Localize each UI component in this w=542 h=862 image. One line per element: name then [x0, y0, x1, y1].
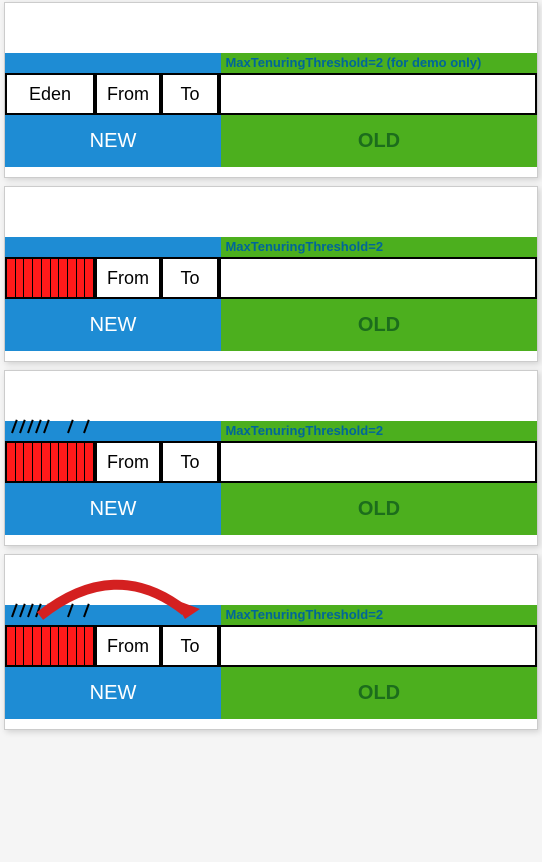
- gc-panel-2: MaxTenuringThreshold=2 From To NEW OLD: [4, 370, 538, 546]
- object-bar: [24, 443, 33, 481]
- object-bar: [33, 259, 42, 297]
- object-bar: [85, 443, 93, 481]
- gc-panel-1: MaxTenuringThreshold=2 From To NEW OLD: [4, 186, 538, 362]
- threshold-strip-left: [5, 237, 221, 257]
- memory-row: From To: [5, 257, 537, 299]
- threshold-strip: MaxTenuringThreshold=2: [5, 605, 537, 625]
- object-bar: [68, 627, 77, 665]
- from-cell: From: [95, 73, 161, 115]
- gc-panel-3: MaxTenuringThreshold=2 From To NEW OLD: [4, 554, 538, 730]
- gc-scan-icon: [11, 419, 101, 439]
- threshold-strip: MaxTenuringThreshold=2: [5, 237, 537, 257]
- generation-row: NEW OLD: [5, 667, 537, 719]
- to-cell: To: [161, 441, 219, 483]
- object-bar: [33, 627, 42, 665]
- object-bar: [42, 627, 51, 665]
- old-cell: [219, 625, 537, 667]
- old-generation: OLD: [221, 299, 537, 351]
- object-bar: [77, 443, 86, 481]
- object-bar: [85, 627, 93, 665]
- new-generation: NEW: [5, 115, 221, 167]
- memory-row: From To: [5, 625, 537, 667]
- threshold-text: MaxTenuringThreshold=2 (for demo only): [221, 53, 537, 73]
- threshold-strip-left: [5, 421, 221, 441]
- object-bar: [16, 443, 25, 481]
- panel-header-space: [5, 3, 537, 53]
- new-generation: NEW: [5, 299, 221, 351]
- eden-objects: [7, 627, 93, 665]
- threshold-text: MaxTenuringThreshold=2: [221, 237, 537, 257]
- to-cell: To: [161, 257, 219, 299]
- gc-scan-icon: [11, 603, 101, 623]
- object-bar: [42, 259, 51, 297]
- old-cell: [219, 257, 537, 299]
- eden-cell: Eden: [5, 73, 95, 115]
- threshold-strip-left: [5, 605, 221, 625]
- old-generation: OLD: [221, 483, 537, 535]
- threshold-strip: MaxTenuringThreshold=2 (for demo only): [5, 53, 537, 73]
- eden-cell: [5, 257, 95, 299]
- threshold-text: MaxTenuringThreshold=2: [221, 605, 537, 625]
- threshold-strip-left: [5, 53, 221, 73]
- new-generation: NEW: [5, 667, 221, 719]
- object-bar: [59, 443, 68, 481]
- object-bar: [7, 443, 16, 481]
- panel-footer-space: [5, 351, 537, 361]
- threshold-strip: MaxTenuringThreshold=2: [5, 421, 537, 441]
- to-cell: To: [161, 625, 219, 667]
- eden-objects: [7, 259, 93, 297]
- object-bar: [7, 627, 16, 665]
- object-bar: [68, 443, 77, 481]
- old-generation: OLD: [221, 667, 537, 719]
- object-bar: [77, 627, 86, 665]
- object-bar: [33, 443, 42, 481]
- from-cell: From: [95, 257, 161, 299]
- object-bar: [7, 259, 16, 297]
- eden-cell: [5, 441, 95, 483]
- panel-header-space: [5, 187, 537, 237]
- to-cell: To: [161, 73, 219, 115]
- panel-footer-space: [5, 167, 537, 177]
- object-bar: [24, 259, 33, 297]
- panel-footer-space: [5, 719, 537, 729]
- gc-panel-0: MaxTenuringThreshold=2 (for demo only) E…: [4, 2, 538, 178]
- object-bar: [42, 443, 51, 481]
- object-bar: [59, 259, 68, 297]
- eden-objects: [7, 443, 93, 481]
- memory-row: Eden From To: [5, 73, 537, 115]
- object-bar: [24, 627, 33, 665]
- object-bar: [51, 259, 60, 297]
- generation-row: NEW OLD: [5, 299, 537, 351]
- object-bar: [85, 259, 93, 297]
- new-generation: NEW: [5, 483, 221, 535]
- from-cell: From: [95, 625, 161, 667]
- eden-cell: [5, 625, 95, 667]
- old-cell: [219, 441, 537, 483]
- panel-header-space: [5, 371, 537, 421]
- generation-row: NEW OLD: [5, 483, 537, 535]
- panel-footer-space: [5, 535, 537, 545]
- object-bar: [51, 443, 60, 481]
- generation-row: NEW OLD: [5, 115, 537, 167]
- panel-header-space: [5, 555, 537, 605]
- memory-row: From To: [5, 441, 537, 483]
- old-cell: [219, 73, 537, 115]
- old-generation: OLD: [221, 115, 537, 167]
- object-bar: [59, 627, 68, 665]
- object-bar: [16, 259, 25, 297]
- from-cell: From: [95, 441, 161, 483]
- object-bar: [77, 259, 86, 297]
- object-bar: [68, 259, 77, 297]
- object-bar: [51, 627, 60, 665]
- threshold-text: MaxTenuringThreshold=2: [221, 421, 537, 441]
- object-bar: [16, 627, 25, 665]
